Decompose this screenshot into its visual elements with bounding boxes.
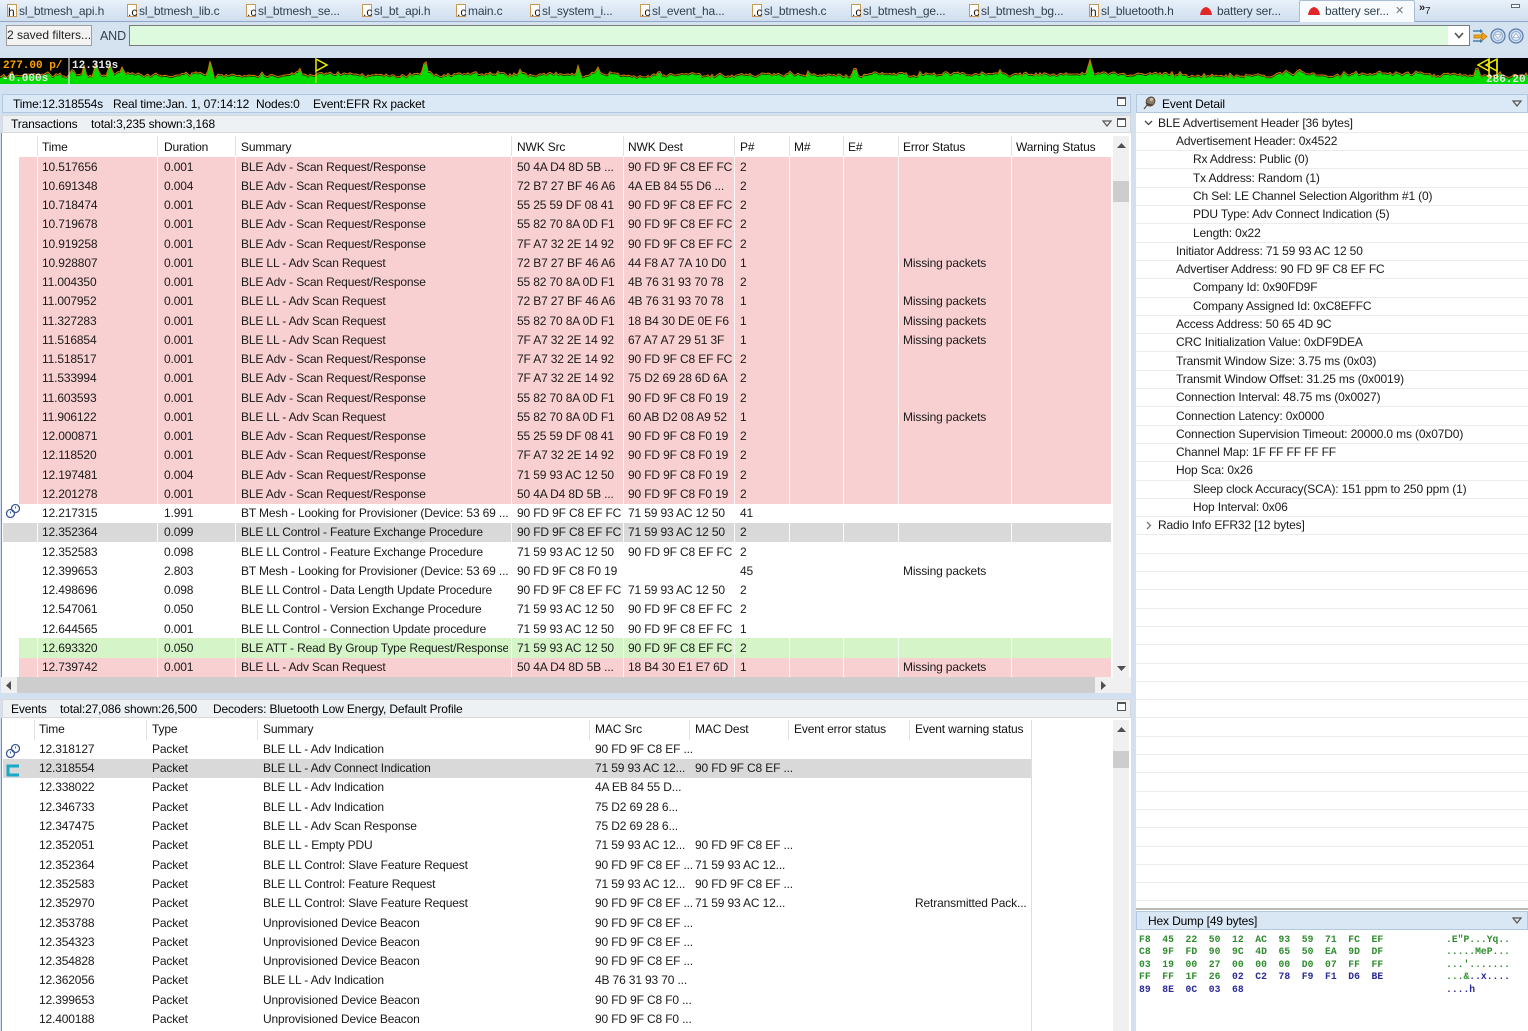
svg-text:12.319s: 12.319s bbox=[72, 60, 118, 72]
svg-text:-0.000s: -0.000s bbox=[2, 73, 48, 84]
svg-text:277.00 p/: 277.00 p/ bbox=[3, 60, 63, 72]
svg-text:286.20: 286.20 bbox=[1486, 74, 1526, 84]
